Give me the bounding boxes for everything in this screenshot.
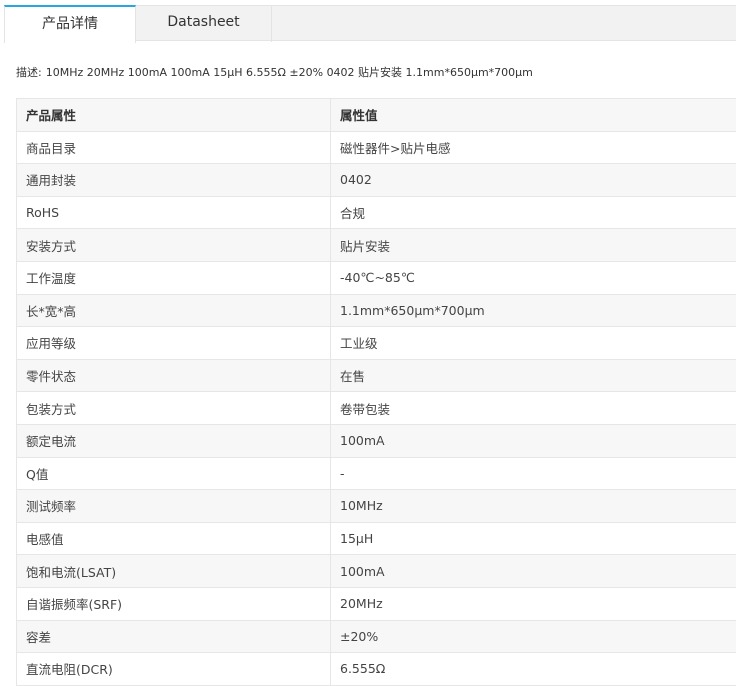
table-row: 安装方式贴片安装 [17, 229, 736, 262]
description-label: 描述: [16, 66, 42, 79]
attribute-value-cell: 合规 [331, 196, 736, 229]
attribute-value-cell: 卷带包装 [331, 392, 736, 425]
table-row: 包装方式卷带包装 [17, 392, 736, 425]
table-body: 商品目录磁性器件>贴片电感通用封装0402RoHS合规安装方式贴片安装工作温度-… [17, 131, 736, 685]
table-row: 长*宽*高1.1mm*650μm*700μm [17, 294, 736, 327]
table-row: Q值- [17, 457, 736, 490]
attribute-name-cell: Q值 [17, 457, 331, 490]
table-row: 饱和电流(LSAT)100mA [17, 555, 736, 588]
header-attribute: 产品属性 [17, 99, 331, 132]
table-row: 通用封装0402 [17, 164, 736, 197]
product-attributes-table: 产品属性 属性值 商品目录磁性器件>贴片电感通用封装0402RoHS合规安装方式… [16, 98, 736, 686]
table-row: RoHS合规 [17, 196, 736, 229]
attribute-name-cell: 自谐振频率(SRF) [17, 587, 331, 620]
table-row: 电感值15μH [17, 522, 736, 555]
attribute-name-cell: 长*宽*高 [17, 294, 331, 327]
description-text: 10MHz 20MHz 100mA 100mA 15μH 6.555Ω ±20%… [46, 66, 533, 79]
table-header-row: 产品属性 属性值 [17, 99, 736, 132]
attribute-name-cell: 电感值 [17, 522, 331, 555]
tab-product-details[interactable]: 产品详情 [4, 5, 136, 43]
attribute-name-cell: 应用等级 [17, 327, 331, 360]
tab-datasheet[interactable]: Datasheet [136, 5, 272, 42]
attribute-name-cell: 通用封装 [17, 164, 331, 197]
attribute-name-cell: 额定电流 [17, 424, 331, 457]
attribute-name-cell: 测试频率 [17, 490, 331, 523]
attribute-value-cell: 20MHz [331, 587, 736, 620]
attribute-value-cell: 工业级 [331, 327, 736, 360]
product-description: 描述: 10MHz 20MHz 100mA 100mA 15μH 6.555Ω ±… [16, 64, 533, 80]
tab-bar: 产品详情 Datasheet [4, 5, 736, 41]
attribute-value-cell: ±20% [331, 620, 736, 653]
table-row: 直流电阻(DCR)6.555Ω [17, 653, 736, 686]
attribute-value-cell: -40℃~85℃ [331, 261, 736, 294]
table-row: 测试频率10MHz [17, 490, 736, 523]
attribute-value-cell: 在售 [331, 359, 736, 392]
attribute-value-cell: 100mA [331, 555, 736, 588]
table-row: 工作温度-40℃~85℃ [17, 261, 736, 294]
table-row: 商品目录磁性器件>贴片电感 [17, 131, 736, 164]
attribute-name-cell: 容差 [17, 620, 331, 653]
table-row: 零件状态在售 [17, 359, 736, 392]
header-value: 属性值 [331, 99, 736, 132]
table-row: 自谐振频率(SRF)20MHz [17, 587, 736, 620]
attribute-value-cell: - [331, 457, 736, 490]
attribute-name-cell: 零件状态 [17, 359, 331, 392]
attribute-value-cell: 磁性器件>贴片电感 [331, 131, 736, 164]
attribute-name-cell: 饱和电流(LSAT) [17, 555, 331, 588]
attribute-name-cell: 直流电阻(DCR) [17, 653, 331, 686]
attribute-name-cell: RoHS [17, 196, 331, 229]
attribute-name-cell: 包装方式 [17, 392, 331, 425]
attribute-name-cell: 商品目录 [17, 131, 331, 164]
attribute-value-cell: 6.555Ω [331, 653, 736, 686]
table-row: 额定电流100mA [17, 424, 736, 457]
attribute-name-cell: 安装方式 [17, 229, 331, 262]
table-row: 容差±20% [17, 620, 736, 653]
attribute-value-cell: 15μH [331, 522, 736, 555]
attribute-value-cell: 1.1mm*650μm*700μm [331, 294, 736, 327]
table-row: 应用等级工业级 [17, 327, 736, 360]
attribute-value-cell: 0402 [331, 164, 736, 197]
attribute-value-cell: 贴片安装 [331, 229, 736, 262]
attribute-value-cell: 100mA [331, 424, 736, 457]
attribute-name-cell: 工作温度 [17, 261, 331, 294]
attribute-value-cell: 10MHz [331, 490, 736, 523]
